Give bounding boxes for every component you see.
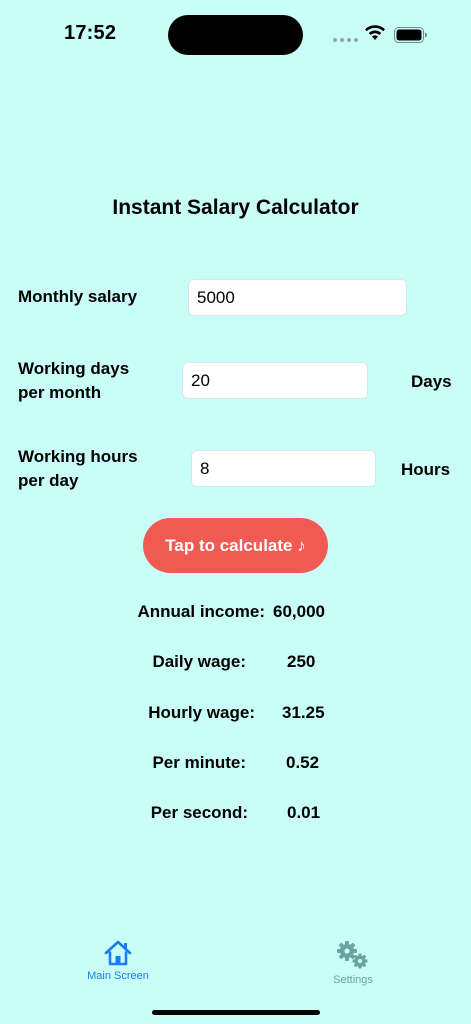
working-days-label-line2: per month xyxy=(18,383,102,402)
tab-settings[interactable]: Settings xyxy=(313,940,393,986)
daily-wage-value: 250 xyxy=(287,652,316,671)
per-minute-label: Per minute: xyxy=(152,753,246,772)
status-time: 17:52 xyxy=(64,22,117,44)
hours-unit-label: Hours xyxy=(401,460,451,479)
working-days-label: Working days per month xyxy=(18,357,129,405)
monthly-salary-input[interactable] xyxy=(188,279,407,316)
annual-income-label: Annual income: xyxy=(137,602,265,621)
tab-main-screen[interactable]: Main Screen xyxy=(70,940,166,982)
per-minute-value: 0.52 xyxy=(286,753,320,772)
working-hours-label-line1: Working hours xyxy=(18,447,138,466)
daily-wage-label: Daily wage: xyxy=(152,652,246,671)
home-indicator xyxy=(152,1010,320,1015)
working-hours-label-line2: per day xyxy=(18,471,79,490)
hourly-wage-value: 31.25 xyxy=(282,703,325,722)
days-unit-label: Days xyxy=(411,372,452,391)
working-days-label-line1: Working days xyxy=(18,359,130,378)
battery-icon xyxy=(394,27,427,43)
dynamic-island xyxy=(168,15,303,55)
per-second-value: 0.01 xyxy=(287,803,321,822)
calculate-button[interactable]: Tap to calculate ♪ xyxy=(143,518,328,573)
page-title: Instant Salary Calculator xyxy=(112,196,359,219)
wifi-icon xyxy=(365,25,385,40)
cellular-signal-icon xyxy=(333,38,358,42)
home-icon xyxy=(104,940,132,966)
hourly-wage-label: Hourly wage: xyxy=(148,703,255,722)
per-second-label: Per second: xyxy=(150,803,248,822)
tab-settings-label: Settings xyxy=(333,974,373,986)
monthly-salary-label: Monthly salary xyxy=(18,287,138,306)
working-hours-input[interactable] xyxy=(191,450,376,487)
gears-icon xyxy=(337,941,368,969)
tab-main-screen-label: Main Screen xyxy=(87,970,149,982)
annual-income-value: 60,000 xyxy=(273,602,325,621)
working-days-input[interactable] xyxy=(182,362,368,399)
working-hours-label: Working hours per day xyxy=(18,445,138,493)
